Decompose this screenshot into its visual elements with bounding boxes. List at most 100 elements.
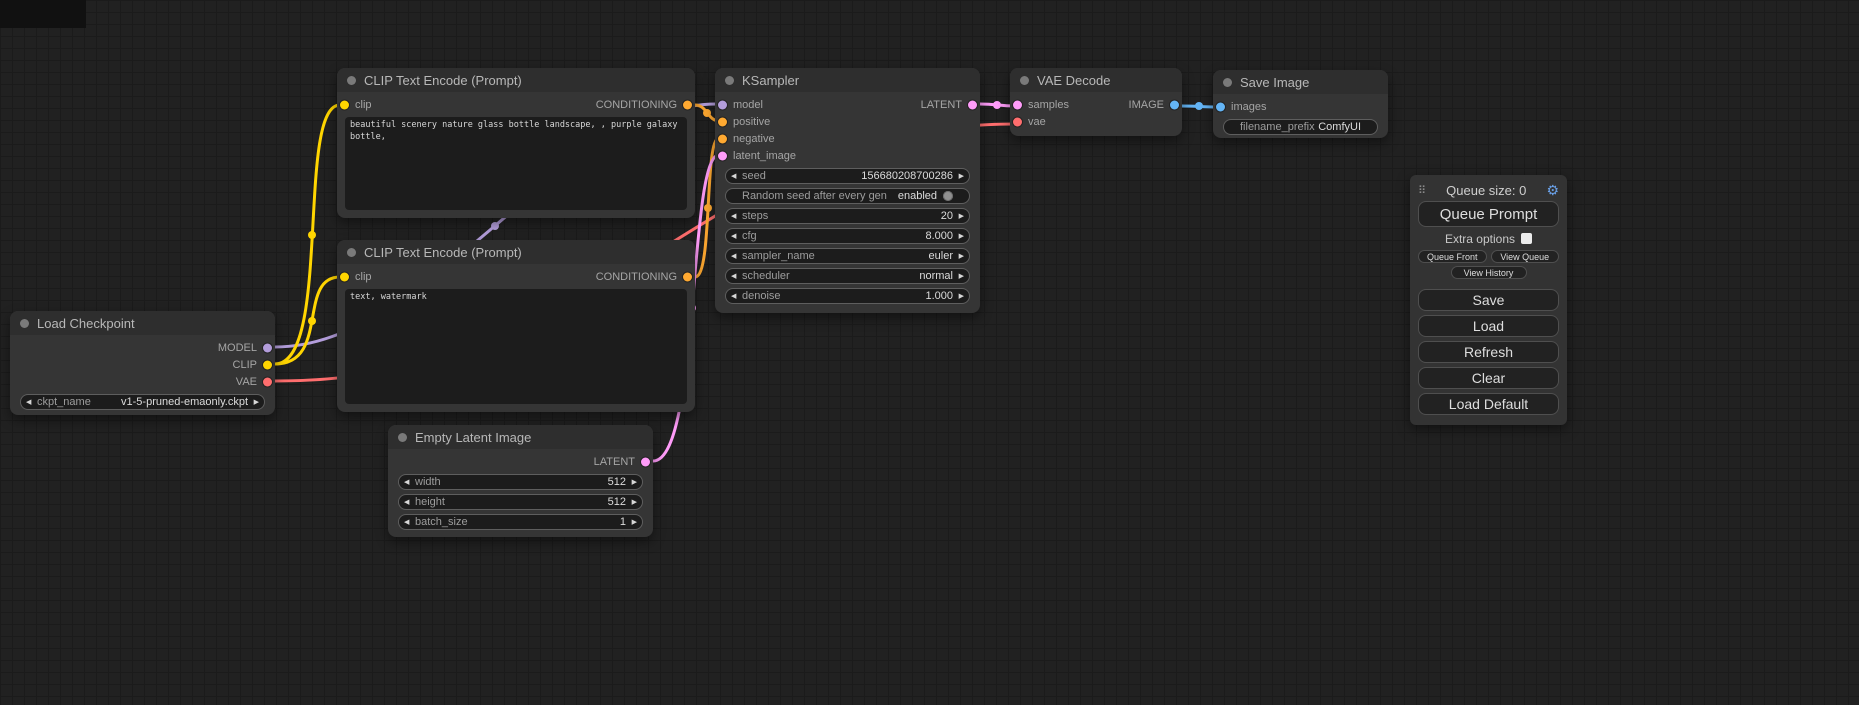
widget-value: 512	[608, 476, 626, 488]
decrement-arrow-icon[interactable]: ◀	[404, 495, 409, 509]
images-input-dot[interactable]	[1216, 102, 1225, 111]
node-ksampler[interactable]: KSampler model LATENT positive negative …	[715, 68, 980, 313]
decrement-arrow-icon[interactable]: ◀	[731, 169, 736, 183]
increment-arrow-icon[interactable]: ▶	[959, 289, 964, 303]
collapse-dot-icon[interactable]	[725, 76, 734, 85]
node-title-bar[interactable]: CLIP Text Encode (Prompt)	[337, 240, 695, 264]
widget-label: denoise	[742, 290, 781, 302]
filename-prefix-widget[interactable]: filename_prefix ComfyUI	[1223, 119, 1378, 135]
decrement-arrow-icon[interactable]: ◀	[26, 395, 31, 409]
view-history-button[interactable]: View History	[1451, 266, 1527, 279]
widget-value: v1-5-pruned-emaonly.ckpt	[121, 396, 248, 408]
increment-arrow-icon[interactable]: ▶	[632, 515, 637, 529]
model-output-dot[interactable]	[263, 343, 272, 352]
clear-button[interactable]: Clear	[1418, 367, 1559, 389]
node-title-bar[interactable]: Empty Latent Image	[388, 425, 653, 449]
increment-arrow-icon[interactable]: ▶	[632, 495, 637, 509]
node-title-bar[interactable]: Save Image	[1213, 70, 1388, 94]
extra-options-checkbox[interactable]	[1521, 233, 1532, 244]
sampler-name-widget[interactable]: ◀ sampler_name euler ▶	[725, 248, 970, 264]
increment-arrow-icon[interactable]: ▶	[959, 229, 964, 243]
clip-output-dot[interactable]	[263, 360, 272, 369]
positive-prompt-textarea[interactable]: beautiful scenery nature glass bottle la…	[345, 117, 687, 210]
collapse-dot-icon[interactable]	[1020, 76, 1029, 85]
load-default-button[interactable]: Load Default	[1418, 393, 1559, 415]
load-button[interactable]: Load	[1418, 315, 1559, 337]
increment-arrow-icon[interactable]: ▶	[959, 269, 964, 283]
node-title-bar[interactable]: KSampler	[715, 68, 980, 92]
negative-prompt-textarea[interactable]: text, watermark	[345, 289, 687, 404]
random-seed-toggle-widget[interactable]: Random seed after every gen enabled	[725, 188, 970, 204]
toggle-knob-icon[interactable]	[943, 191, 953, 201]
node-body: clip CONDITIONING text, watermark	[337, 264, 695, 412]
cfg-widget[interactable]: ◀ cfg 8.000 ▶	[725, 228, 970, 244]
node-empty-latent-image[interactable]: Empty Latent Image LATENT ◀ width 512 ▶ …	[388, 425, 653, 537]
scheduler-widget[interactable]: ◀ scheduler normal ▶	[725, 268, 970, 284]
denoise-widget[interactable]: ◀ denoise 1.000 ▶	[725, 288, 970, 304]
node-title: CLIP Text Encode (Prompt)	[364, 245, 522, 260]
latent-output-dot[interactable]	[641, 457, 650, 466]
decrement-arrow-icon[interactable]: ◀	[731, 289, 736, 303]
seed-widget[interactable]: ◀ seed 156680208700286 ▶	[725, 168, 970, 184]
decrement-arrow-icon[interactable]: ◀	[731, 249, 736, 263]
conditioning-output-dot[interactable]	[683, 100, 692, 109]
ckpt-name-widget[interactable]: ◀ ckpt_name v1-5-pruned-emaonly.ckpt ▶	[20, 394, 265, 410]
width-widget[interactable]: ◀ width 512 ▶	[398, 474, 643, 490]
vae-input-dot[interactable]	[1013, 117, 1022, 126]
output-slot-vae: VAE	[10, 373, 275, 390]
slot-label-latent: LATENT	[594, 456, 635, 468]
conditioning-output-dot[interactable]	[683, 272, 692, 281]
latent-output-dot[interactable]	[968, 100, 977, 109]
node-clip-text-encode-positive[interactable]: CLIP Text Encode (Prompt) clip CONDITION…	[337, 68, 695, 218]
wire-midpoint-dot-cond-negative	[704, 204, 712, 212]
increment-arrow-icon[interactable]: ▶	[632, 475, 637, 489]
increment-arrow-icon[interactable]: ▶	[959, 169, 964, 183]
view-queue-button[interactable]: View Queue	[1491, 250, 1560, 263]
clip-input-dot[interactable]	[340, 272, 349, 281]
collapse-dot-icon[interactable]	[1223, 78, 1232, 87]
decrement-arrow-icon[interactable]: ◀	[404, 515, 409, 529]
widget-label: seed	[742, 170, 766, 182]
node-vae-decode[interactable]: VAE Decode samples IMAGE vae	[1010, 68, 1182, 136]
queue-front-button[interactable]: Queue Front	[1418, 250, 1487, 263]
model-input-dot[interactable]	[718, 100, 727, 109]
image-output-dot[interactable]	[1170, 100, 1179, 109]
clip-input-dot[interactable]	[340, 100, 349, 109]
decrement-arrow-icon[interactable]: ◀	[404, 475, 409, 489]
decrement-arrow-icon[interactable]: ◀	[731, 229, 736, 243]
collapse-dot-icon[interactable]	[347, 248, 356, 257]
batch-size-widget[interactable]: ◀ batch_size 1 ▶	[398, 514, 643, 530]
positive-input-dot[interactable]	[718, 117, 727, 126]
negative-input-dot[interactable]	[718, 134, 727, 143]
collapse-dot-icon[interactable]	[20, 319, 29, 328]
widget-value: 1	[620, 516, 626, 528]
height-widget[interactable]: ◀ height 512 ▶	[398, 494, 643, 510]
comfy-menu-panel[interactable]: ⠿ Queue size: 0 ⚙ Queue Prompt Extra opt…	[1410, 175, 1567, 425]
queue-prompt-button[interactable]: Queue Prompt	[1418, 201, 1559, 227]
wire-clip-positive	[275, 105, 340, 364]
samples-input-dot[interactable]	[1013, 100, 1022, 109]
node-clip-text-encode-negative[interactable]: CLIP Text Encode (Prompt) clip CONDITION…	[337, 240, 695, 412]
save-button[interactable]: Save	[1418, 289, 1559, 311]
decrement-arrow-icon[interactable]: ◀	[731, 269, 736, 283]
vae-output-dot[interactable]	[263, 377, 272, 386]
increment-arrow-icon[interactable]: ▶	[959, 249, 964, 263]
node-title-bar[interactable]: CLIP Text Encode (Prompt)	[337, 68, 695, 92]
node-graph-canvas[interactable]: Load Checkpoint MODEL CLIP VAE ◀ ckpt_na…	[0, 0, 1859, 705]
increment-arrow-icon[interactable]: ▶	[959, 209, 964, 223]
steps-widget[interactable]: ◀ steps 20 ▶	[725, 208, 970, 224]
increment-arrow-icon[interactable]: ▶	[254, 395, 259, 409]
collapse-dot-icon[interactable]	[347, 76, 356, 85]
node-load-checkpoint[interactable]: Load Checkpoint MODEL CLIP VAE ◀ ckpt_na…	[10, 311, 275, 415]
decrement-arrow-icon[interactable]: ◀	[731, 209, 736, 223]
node-title: Save Image	[1240, 75, 1309, 90]
history-button-row: View History	[1418, 266, 1559, 279]
refresh-button[interactable]: Refresh	[1418, 341, 1559, 363]
latent-image-input-dot[interactable]	[718, 151, 727, 160]
node-title-bar[interactable]: VAE Decode	[1010, 68, 1182, 92]
collapse-dot-icon[interactable]	[398, 433, 407, 442]
drag-handle-icon[interactable]: ⠿	[1418, 184, 1426, 197]
node-save-image[interactable]: Save Image images filename_prefix ComfyU…	[1213, 70, 1388, 138]
node-title-bar[interactable]: Load Checkpoint	[10, 311, 275, 335]
settings-gear-icon[interactable]: ⚙	[1546, 182, 1559, 199]
